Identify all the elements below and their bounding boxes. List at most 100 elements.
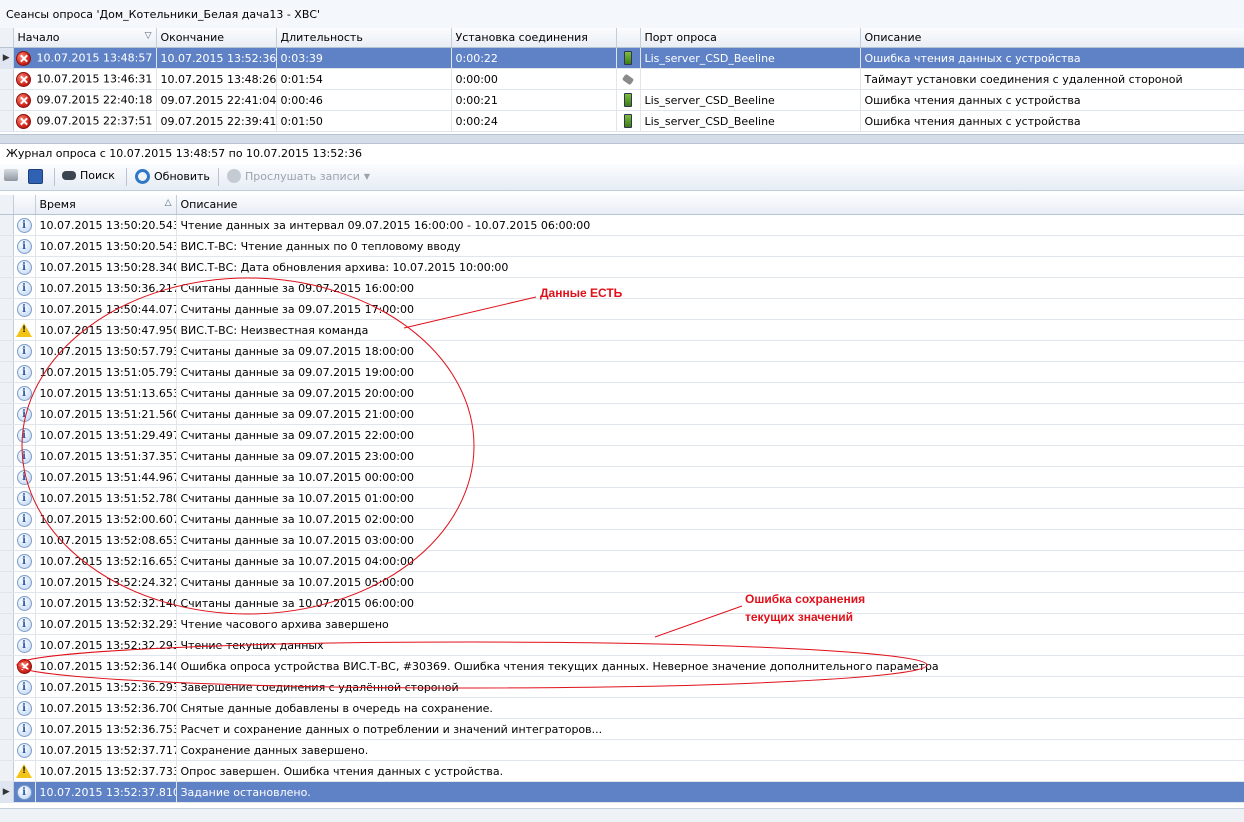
log-row[interactable]: 10.07.2015 13:52:36.293Завершение соедин… bbox=[0, 676, 1244, 698]
log-row[interactable]: 10.07.2015 13:52:08.653Считаны данные за… bbox=[0, 529, 1244, 551]
sessions-title: Сеансы опроса 'Дом_Котельники_Белая дача… bbox=[6, 8, 321, 21]
journal-title: Журнал опроса с 10.07.2015 13:48:57 по 1… bbox=[6, 147, 362, 160]
row-indicator-header bbox=[0, 28, 14, 48]
log-description: Считаны данные за 10.07.2015 03:00:00 bbox=[176, 529, 1244, 551]
info-icon bbox=[16, 364, 32, 380]
search-button[interactable]: Поиск bbox=[62, 169, 115, 182]
log-description: Снятые данные добавлены в очередь на сох… bbox=[176, 697, 1244, 719]
session-port bbox=[640, 68, 861, 90]
log-row[interactable]: 10.07.2015 13:52:32.140Считаны данные за… bbox=[0, 592, 1244, 614]
log-row[interactable]: 10.07.2015 13:51:21.560Считаны данные за… bbox=[0, 403, 1244, 425]
row-indicator bbox=[0, 214, 14, 236]
session-connect: 0:00:22 bbox=[451, 47, 617, 69]
log-row[interactable]: 10.07.2015 13:50:28.340ВИС.Т-ВС: Дата об… bbox=[0, 256, 1244, 278]
log-icon-cell bbox=[13, 298, 36, 320]
log-row[interactable]: 10.07.2015 13:52:32.293Чтение часового а… bbox=[0, 613, 1244, 635]
info-icon bbox=[16, 217, 32, 233]
log-row[interactable]: 10.07.2015 13:52:24.327Считаны данные за… bbox=[0, 571, 1244, 593]
log-row[interactable]: 10.07.2015 13:52:32.293Чтение текущих да… bbox=[0, 634, 1244, 656]
log-time: 10.07.2015 13:52:36.753 bbox=[35, 718, 177, 740]
log-row[interactable]: 10.07.2015 13:52:00.607Считаны данные за… bbox=[0, 508, 1244, 530]
session-duration: 0:01:54 bbox=[276, 68, 452, 90]
session-description: Таймаут установки соединения с удаленной… bbox=[860, 68, 1244, 90]
log-row[interactable]: 10.07.2015 13:51:29.497Считаны данные за… bbox=[0, 424, 1244, 446]
log-time: 10.07.2015 13:50:20.543 bbox=[35, 214, 177, 236]
session-start-cell: 09.07.2015 22:37:51 bbox=[13, 110, 157, 132]
log-row[interactable]: ▶ 10.07.2015 13:52:37.810Задание остановл… bbox=[0, 781, 1244, 803]
listen-records-button[interactable]: Прослушать записи ▼ bbox=[227, 169, 370, 183]
log-row[interactable]: 10.07.2015 13:50:47.950ВИС.Т-ВС: Неизвес… bbox=[0, 319, 1244, 341]
session-row[interactable]: ▶ 10.07.2015 13:48:57 10.07.2015 13:52:36 0… bbox=[0, 47, 1244, 69]
column-header-description[interactable]: Описание bbox=[176, 195, 1244, 215]
column-header-end[interactable]: Окончание bbox=[156, 28, 277, 48]
log-description: Чтение текущих данных bbox=[176, 634, 1244, 656]
session-connect: 0:00:00 bbox=[451, 68, 617, 90]
log-icon-cell bbox=[13, 592, 36, 614]
log-icon-cell bbox=[13, 529, 36, 551]
info-icon bbox=[16, 721, 32, 737]
log-row[interactable]: 10.07.2015 13:52:36.700Снятые данные доб… bbox=[0, 697, 1244, 719]
column-header-description[interactable]: Описание bbox=[860, 28, 1244, 48]
row-indicator bbox=[0, 319, 14, 341]
log-row[interactable]: 10.07.2015 13:52:37.733Опрос завершен. О… bbox=[0, 760, 1244, 782]
log-time: 10.07.2015 13:50:28.340 bbox=[35, 256, 177, 278]
column-header-port-icon[interactable] bbox=[616, 28, 641, 48]
session-row[interactable]: 09.07.2015 22:37:51 09.07.2015 22:39:41 0:… bbox=[0, 110, 1244, 132]
log-description: Опрос завершен. Ошибка чтения данных с у… bbox=[176, 760, 1244, 782]
column-header-start[interactable]: Начало ▽ bbox=[13, 28, 157, 48]
log-icon-cell bbox=[13, 340, 36, 362]
log-description: Считаны данные за 10.07.2015 04:00:00 bbox=[176, 550, 1244, 572]
info-icon bbox=[16, 385, 32, 401]
log-time: 10.07.2015 13:52:32.293 bbox=[35, 613, 177, 635]
log-time: 10.07.2015 13:51:52.780 bbox=[35, 487, 177, 509]
log-row[interactable]: 10.07.2015 13:52:16.653Считаны данные за… bbox=[0, 550, 1244, 572]
column-header-connect[interactable]: Установка соединения bbox=[451, 28, 617, 48]
warning-icon bbox=[16, 764, 32, 778]
row-indicator bbox=[0, 487, 14, 509]
speaker-icon bbox=[227, 169, 241, 183]
row-indicator bbox=[0, 760, 14, 782]
log-time: 10.07.2015 13:51:29.497 bbox=[35, 424, 177, 446]
log-row[interactable]: 10.07.2015 13:51:52.780Считаны данные за… bbox=[0, 487, 1244, 509]
column-header-port[interactable]: Порт опроса bbox=[640, 28, 861, 48]
panel-splitter[interactable] bbox=[0, 134, 1244, 144]
column-header-time[interactable]: Время △ bbox=[35, 195, 177, 215]
log-description: Чтение данных за интервал 09.07.2015 16:… bbox=[176, 214, 1244, 236]
log-row[interactable]: 10.07.2015 13:52:36.753Расчет и сохранен… bbox=[0, 718, 1244, 740]
log-icon-cell bbox=[13, 214, 36, 236]
log-row[interactable]: 10.07.2015 13:50:20.543ВИС.Т-ВС: Чтение … bbox=[0, 235, 1244, 257]
log-row[interactable]: 10.07.2015 13:51:44.967Считаны данные за… bbox=[0, 466, 1244, 488]
log-row[interactable]: 10.07.2015 13:51:37.357Считаны данные за… bbox=[0, 445, 1244, 467]
port-icon-cell bbox=[616, 68, 641, 90]
column-header-icon[interactable] bbox=[13, 195, 36, 215]
log-time: 10.07.2015 13:52:32.140 bbox=[35, 592, 177, 614]
session-row[interactable]: 10.07.2015 13:46:31 10.07.2015 13:48:26 0:… bbox=[0, 68, 1244, 90]
port-icon-cell bbox=[616, 47, 641, 69]
session-row[interactable]: 09.07.2015 22:40:18 09.07.2015 22:41:04 0:… bbox=[0, 89, 1244, 111]
log-row[interactable]: 10.07.2015 13:52:36.140 Ошибка опроса уст… bbox=[0, 655, 1244, 677]
refresh-icon bbox=[135, 169, 150, 184]
log-row[interactable]: 10.07.2015 13:51:13.653Считаны данные за… bbox=[0, 382, 1244, 404]
save-button[interactable] bbox=[28, 169, 43, 184]
phone-off-icon bbox=[621, 73, 635, 86]
print-button[interactable] bbox=[4, 169, 18, 181]
log-row[interactable]: 10.07.2015 13:50:44.077Считаны данные за… bbox=[0, 298, 1244, 320]
info-icon bbox=[16, 784, 32, 800]
row-indicator bbox=[0, 613, 14, 635]
log-time: 10.07.2015 13:52:36.700 bbox=[35, 697, 177, 719]
log-row[interactable]: 10.07.2015 13:50:20.543Чтение данных за … bbox=[0, 214, 1244, 236]
column-header-duration[interactable]: Длительность bbox=[276, 28, 452, 48]
row-indicator bbox=[0, 739, 14, 761]
log-time: 10.07.2015 13:50:20.543 bbox=[35, 235, 177, 257]
log-time: 10.07.2015 13:51:13.653 bbox=[35, 382, 177, 404]
log-row[interactable]: 10.07.2015 13:50:57.793Считаны данные за… bbox=[0, 340, 1244, 362]
log-row[interactable]: 10.07.2015 13:52:37.717Сохранение данных… bbox=[0, 739, 1244, 761]
log-icon-cell bbox=[13, 319, 36, 341]
log-description: Считаны данные за 10.07.2015 05:00:00 bbox=[176, 571, 1244, 593]
toolbar-separator bbox=[218, 168, 219, 186]
log-description: Считаны данные за 10.07.2015 00:00:00 bbox=[176, 466, 1244, 488]
session-start: 10.07.2015 13:48:57 bbox=[36, 51, 153, 64]
refresh-button[interactable]: Обновить bbox=[135, 169, 210, 184]
log-row[interactable]: 10.07.2015 13:51:05.793Считаны данные за… bbox=[0, 361, 1244, 383]
log-time: 10.07.2015 13:52:16.653 bbox=[35, 550, 177, 572]
